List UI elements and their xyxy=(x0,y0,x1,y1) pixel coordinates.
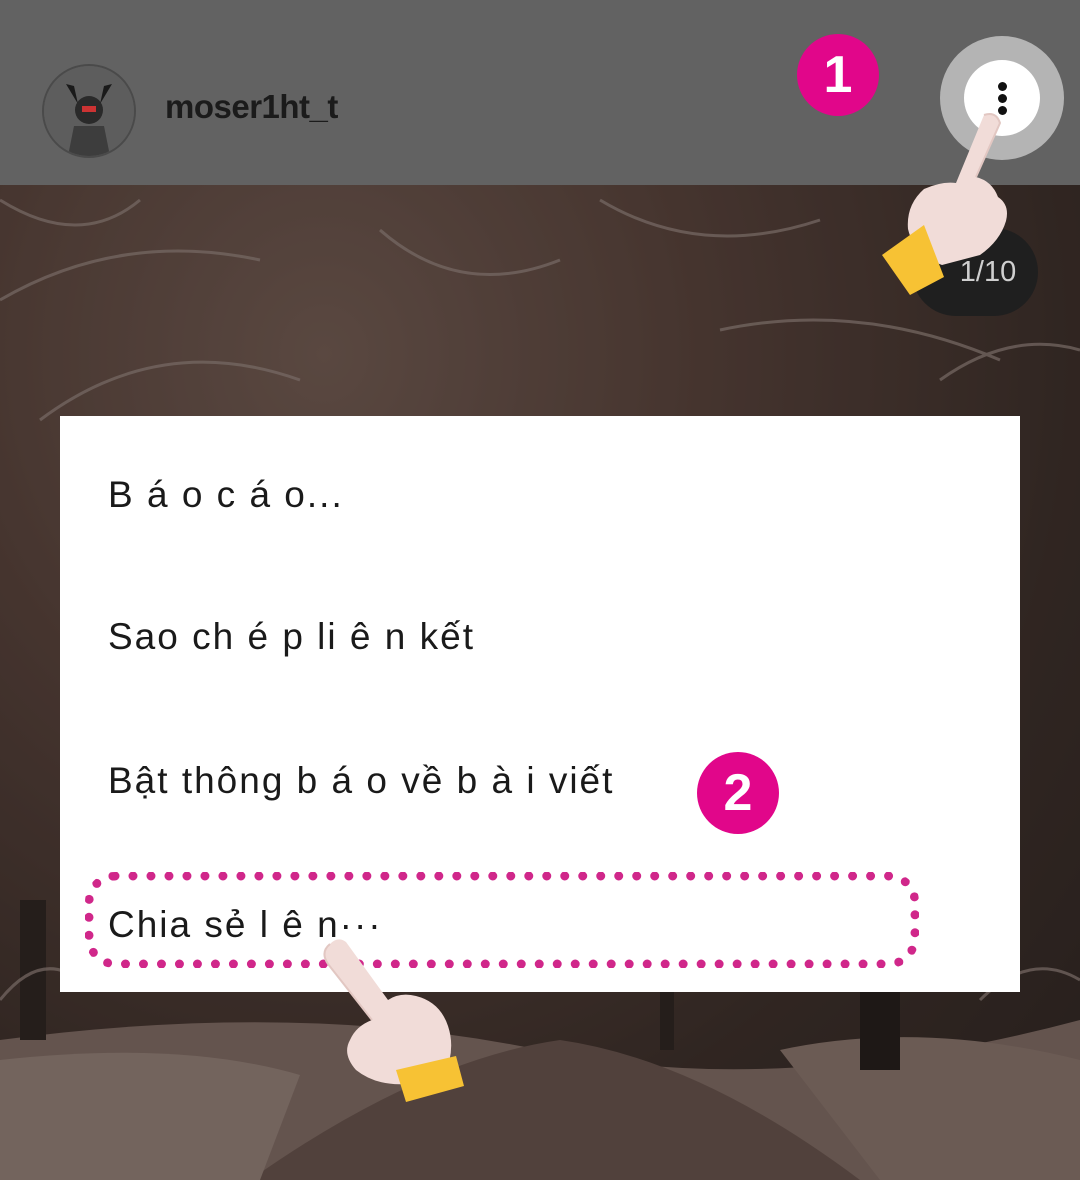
menu-item-turn-on-notifications[interactable]: Bật thông b á o về b à i viết xyxy=(108,760,614,802)
step-1-badge: 1 xyxy=(797,34,879,116)
pointing-hand-icon xyxy=(882,113,1007,295)
avatar[interactable] xyxy=(42,64,136,158)
menu-item-copy-link[interactable]: Sao ch é p li ê n kết xyxy=(108,616,475,658)
step-2-badge: 2 xyxy=(697,752,779,834)
share-highlight-outline xyxy=(85,872,919,968)
menu-item-report[interactable]: B á o c á o... xyxy=(108,474,344,516)
pointing-hand-icon xyxy=(323,939,464,1102)
username[interactable]: moser1ht_t xyxy=(165,88,338,126)
avatar-character-icon xyxy=(44,66,134,156)
